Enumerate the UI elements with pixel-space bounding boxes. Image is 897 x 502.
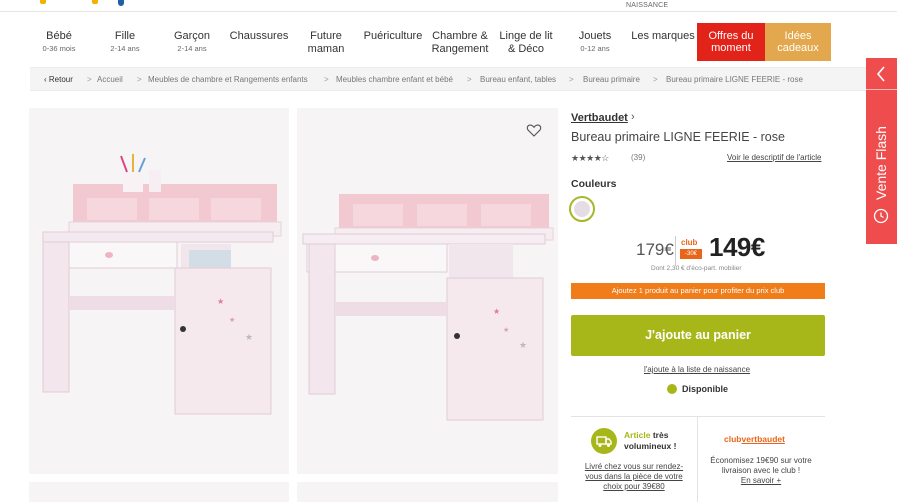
nav-item-garcon[interactable]: Garçon 2-14 ans bbox=[169, 22, 215, 64]
product-title: Bureau primaire LIGNE FEERIE - rose bbox=[571, 130, 785, 144]
svg-text:★: ★ bbox=[217, 297, 224, 306]
nav-label: Chaussures bbox=[229, 30, 289, 42]
color-swatch-selected[interactable] bbox=[569, 196, 595, 222]
review-count[interactable]: (39) bbox=[631, 153, 645, 162]
nav-label: Bébé bbox=[46, 30, 72, 42]
svg-text:★: ★ bbox=[519, 341, 527, 351]
club-discount-badge: -30€ bbox=[680, 249, 702, 259]
nav-sub-label: 2-14 ans bbox=[177, 44, 207, 53]
rating-stars: ★★★★☆ bbox=[571, 153, 609, 163]
nav-label: Les marques bbox=[631, 30, 695, 42]
breadcrumb-separator: > bbox=[569, 75, 574, 84]
truck-icon bbox=[591, 428, 617, 454]
product-image-secondary[interactable]: ★ ★ ★ bbox=[297, 108, 558, 474]
nav-item-chaussures[interactable]: Chaussures bbox=[228, 22, 290, 64]
breadcrumb-separator: > bbox=[324, 75, 329, 84]
add-to-birth-list-link[interactable]: l'ajoute à la liste de naissance bbox=[644, 365, 750, 374]
club-label: club bbox=[681, 238, 698, 247]
back-label: Retour bbox=[48, 75, 73, 84]
swatch-color bbox=[574, 201, 590, 217]
delivery-info-text: Livré chez vous sur rendez-vous dans la … bbox=[584, 462, 684, 491]
breadcrumb-current: Bureau primaire LIGNE FEERIE - rose bbox=[666, 75, 803, 84]
nav-item-bebe[interactable]: Bébé 0-36 mois bbox=[36, 22, 82, 64]
bulky-label-1: Article bbox=[624, 430, 651, 440]
breadcrumb-item[interactable]: Meubles chambre enfant et bébé bbox=[336, 75, 453, 84]
price-divider bbox=[675, 236, 676, 266]
descriptif-link[interactable]: Voir le descriptif de l'article bbox=[727, 153, 821, 162]
colors-label: Couleurs bbox=[571, 178, 617, 190]
logo-fragment bbox=[118, 0, 124, 6]
nav-label: Garçon bbox=[173, 30, 211, 42]
nav-item-linge[interactable]: Linge de lit & Déco bbox=[498, 22, 554, 64]
nav-label: Linge de lit & Déco bbox=[499, 30, 553, 55]
svg-text:★: ★ bbox=[493, 307, 500, 316]
club-logo-part: club bbox=[724, 434, 742, 444]
product-thumbnail[interactable] bbox=[297, 482, 558, 502]
nav-item-chambre[interactable]: Chambre & Rangement bbox=[430, 22, 490, 64]
nav-label: Jouets bbox=[578, 30, 612, 42]
clock-icon bbox=[873, 208, 889, 224]
nav-offres-du-moment[interactable]: Offres du moment bbox=[697, 23, 765, 61]
chevron-right-icon: › bbox=[631, 111, 635, 123]
info-box-divider bbox=[571, 416, 825, 417]
breadcrumb-item[interactable]: Bureau enfant, tables bbox=[480, 75, 556, 84]
nav-item-jouets[interactable]: Jouets 0-12 ans bbox=[574, 22, 616, 64]
club-more-link[interactable]: En savoir + bbox=[741, 476, 781, 485]
breadcrumb-separator: > bbox=[653, 75, 658, 84]
brand-link[interactable]: Vertbaudet bbox=[571, 112, 628, 124]
product-thumbnail[interactable] bbox=[29, 482, 289, 502]
bulky-item-label: Article très volumineux ! bbox=[624, 430, 684, 452]
svg-text:★: ★ bbox=[229, 316, 235, 324]
nav-sub-label: 0-36 mois bbox=[42, 44, 76, 53]
club-vertbaudet-logo: clubvertbaudet bbox=[724, 434, 785, 444]
availability-status: Disponible bbox=[682, 384, 729, 394]
product-image-main[interactable]: ★ ★ ★ bbox=[29, 108, 289, 474]
breadcrumb-item[interactable]: Accueil bbox=[97, 75, 123, 84]
chevron-left-icon[interactable] bbox=[866, 58, 897, 90]
nav-label: Chambre & Rangement bbox=[431, 30, 489, 55]
nav-label: Puériculture bbox=[363, 30, 423, 42]
regular-price: 179€ bbox=[636, 240, 674, 259]
club-savings-info: Économisez 19€90 sur votre livraison ave… bbox=[701, 456, 821, 486]
top-strip-decoration bbox=[92, 0, 98, 4]
availability-dot-icon bbox=[667, 384, 677, 394]
club-price: 149€ bbox=[709, 232, 765, 262]
vente-flash-tab[interactable]: Vente Flash bbox=[866, 58, 897, 244]
nav-idees-cadeaux[interactable]: Idées cadeaux bbox=[765, 23, 831, 61]
breadcrumb-item[interactable]: Bureau primaire bbox=[583, 75, 640, 84]
nav-item-marques[interactable]: Les marques bbox=[630, 22, 696, 64]
svg-text:★: ★ bbox=[245, 333, 253, 343]
nav-sub-label: 0-12 ans bbox=[580, 44, 610, 53]
eco-participation: Dont 2,30 € d'éco-part. mobilier bbox=[651, 265, 742, 272]
top-strip: NAISSANCE bbox=[0, 0, 897, 12]
breadcrumb-separator: > bbox=[137, 75, 142, 84]
breadcrumb-item[interactable]: Meubles de chambre et Rangements enfants bbox=[148, 75, 308, 84]
add-to-cart-button[interactable]: J'ajoute au panier bbox=[571, 315, 825, 356]
nav-item-puericulture[interactable]: Puériculture bbox=[362, 22, 424, 64]
nav-item-future-maman[interactable]: Future maman bbox=[302, 22, 350, 64]
desk-illustration: ★ ★ ★ bbox=[42, 154, 282, 415]
delivery-info[interactable]: Livré chez vous sur rendez-vous dans la … bbox=[582, 462, 686, 492]
naissance-label[interactable]: NAISSANCE bbox=[626, 2, 668, 9]
info-box-divider bbox=[697, 416, 698, 502]
nav-label: Future maman bbox=[307, 30, 345, 55]
club-savings-text: Économisez 19€90 sur votre livraison ave… bbox=[710, 456, 812, 475]
club-logo-brand: vertbaudet bbox=[741, 434, 785, 444]
breadcrumb-separator: > bbox=[87, 75, 92, 84]
top-strip-decoration bbox=[40, 0, 46, 4]
wishlist-heart-icon[interactable] bbox=[526, 122, 542, 138]
desk-illustration: ★ ★ ★ bbox=[302, 194, 554, 421]
breadcrumb: ‹ Retour > Accueil > Meubles de chambre … bbox=[30, 67, 867, 91]
nav-label: Fille bbox=[114, 30, 136, 42]
club-promo-banner: Ajoutez 1 produit au panier pour profite… bbox=[571, 283, 825, 299]
svg-text:★: ★ bbox=[503, 326, 509, 334]
nav-item-fille[interactable]: Fille 2-14 ans bbox=[102, 22, 148, 64]
nav-sub-label: 2-14 ans bbox=[110, 44, 140, 53]
back-link[interactable]: ‹ Retour bbox=[44, 75, 73, 84]
breadcrumb-separator: > bbox=[467, 75, 472, 84]
